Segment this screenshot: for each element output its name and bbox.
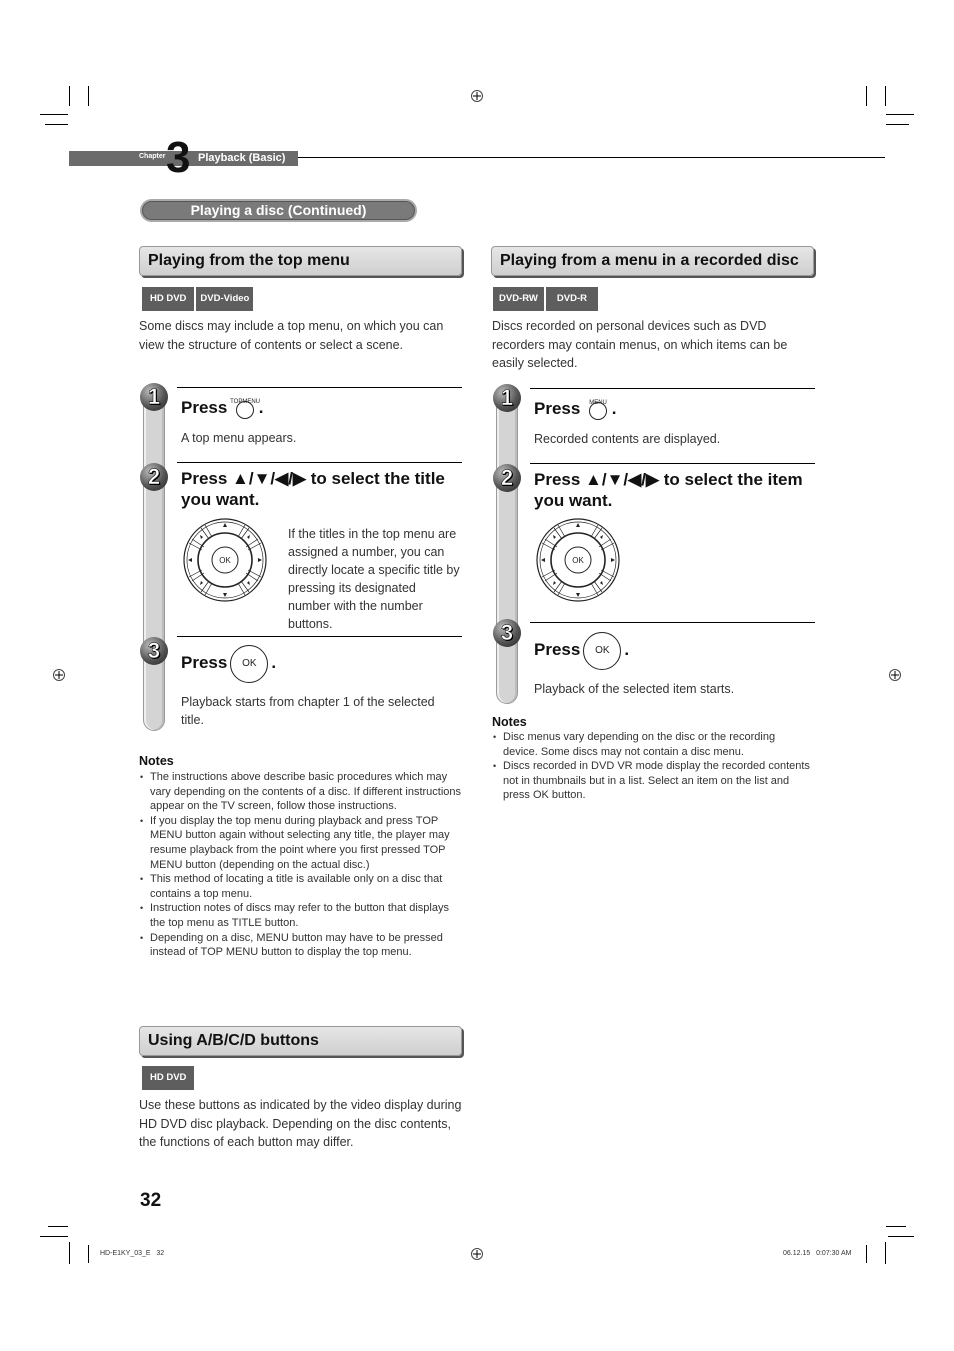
top-menu-button-caption: TOPMENU: [230, 399, 261, 405]
step-3-press: Press: [181, 653, 228, 672]
step-number-2: 2: [140, 463, 168, 491]
ok-button-icon: OK: [583, 631, 622, 670]
dpad-ok-label: OK: [219, 556, 231, 565]
registration-mark-icon: [889, 669, 901, 681]
step-1-period: .: [611, 399, 617, 418]
chapter-rule: [298, 157, 885, 158]
badge-dvd-rw: DVD-RW: [493, 287, 544, 311]
disc-badges: HD DVD: [142, 1066, 195, 1090]
dpad-icon: OK: [183, 518, 267, 602]
badge-dvd-video: DVD-Video: [196, 287, 254, 311]
note-item: Discs recorded in DVD VR mode display th…: [492, 759, 812, 803]
note-item: Depending on a disc, MENU button may hav…: [139, 931, 465, 960]
step-rule: [530, 622, 815, 623]
dpad-ok-label: OK: [572, 556, 584, 565]
menu-button-icon: MENU: [589, 400, 608, 420]
step-1-desc: Recorded contents are displayed.: [534, 432, 721, 446]
crop-mark: [88, 1245, 89, 1263]
crop-mark: [888, 1236, 914, 1237]
footer-timestamp: 06.12.15 0:07:30 AM: [783, 1250, 852, 1257]
dpad-icon: OK: [536, 518, 620, 602]
crop-mark: [886, 124, 909, 125]
step-number-1: 1: [493, 384, 521, 412]
step-2-title: Press ▲/▼/◀/▶ to select the item you wan…: [534, 470, 803, 510]
registration-mark-icon: [53, 669, 65, 681]
crop-mark: [48, 1226, 68, 1227]
note-item: The instructions above describe basic pr…: [139, 770, 465, 814]
abcd-intro-text: Use these buttons as indicated by the vi…: [139, 1098, 462, 1149]
step-number-1: 1: [140, 383, 168, 411]
crop-mark: [40, 1236, 68, 1237]
section-pill: Playing a disc (Continued): [140, 199, 417, 222]
intro-text: Some discs may include a top menu, on wh…: [139, 319, 444, 352]
heading-recorded-disc: Playing from a menu in a recorded disc: [491, 246, 814, 276]
step-1-press: Press: [534, 399, 581, 418]
chapter-label: Chapter: [139, 153, 166, 160]
step-1-title: Press TOPMENU .: [181, 397, 264, 419]
notes-title: Notes: [492, 715, 527, 729]
notes-title: Notes: [139, 754, 174, 768]
disc-badges: HD DVD DVD-Video: [142, 287, 254, 311]
page-number: 32: [140, 1190, 162, 1211]
step-number-3: 3: [493, 619, 521, 647]
step-3-desc: Playback starts from chapter 1 of the se…: [181, 695, 435, 727]
registration-mark-icon: [471, 1248, 483, 1260]
step-2-title: Press ▲/▼/◀/▶ to select the title you wa…: [181, 469, 445, 509]
notes-list: The instructions above describe basic pr…: [139, 770, 465, 960]
badge-hd-dvd: HD DVD: [142, 287, 195, 311]
crop-mark: [88, 86, 89, 106]
step-rail: [496, 396, 518, 704]
step-rule: [530, 463, 815, 464]
crop-mark: [885, 86, 886, 106]
heading-top-menu: Playing from the top menu: [139, 246, 462, 276]
step-1-desc: A top menu appears.: [181, 431, 297, 445]
step-3-press: Press: [534, 640, 581, 659]
step-rule: [177, 387, 462, 388]
step-number-3: 3: [140, 637, 168, 665]
chapter-title: Playback (Basic): [198, 152, 286, 164]
crop-mark: [885, 1242, 886, 1264]
step-rail: [143, 395, 165, 731]
crop-mark: [866, 86, 867, 106]
step-3-title: Press OK.: [181, 644, 276, 683]
note-item: Instruction notes of discs may refer to …: [139, 901, 465, 930]
intro-text: Discs recorded on personal devices such …: [492, 319, 788, 370]
crop-mark: [886, 114, 914, 115]
step-3-period: .: [624, 640, 630, 659]
note-item: If you display the top menu during playb…: [139, 814, 465, 872]
step-3-period: .: [271, 653, 277, 672]
crop-mark: [45, 124, 68, 125]
step-number-2: 2: [493, 464, 521, 492]
crop-mark: [69, 1242, 70, 1264]
crop-mark: [69, 86, 70, 106]
chapter-number: 3: [166, 133, 191, 182]
menu-button-caption: MENU: [589, 400, 607, 406]
step-3-desc: Playback of the selected item starts.: [534, 682, 735, 696]
notes-list: Disc menus vary depending on the disc or…: [492, 730, 812, 803]
step-rule: [177, 636, 462, 637]
step-rule: [530, 388, 815, 389]
disc-badges: DVD-RW DVD-R: [493, 287, 598, 311]
footer-file: HD-E1KY_03_E 32: [100, 1250, 165, 1257]
crop-mark: [40, 114, 68, 115]
crop-mark: [866, 1245, 867, 1263]
note-item: This method of locating a title is avail…: [139, 872, 465, 901]
badge-dvd-r: DVD-R: [545, 287, 598, 311]
step-rule: [177, 462, 462, 463]
note-item: Disc menus vary depending on the disc or…: [492, 730, 812, 759]
step-1-title: Press MENU .: [534, 398, 617, 420]
step-3-title: Press OK.: [534, 631, 629, 670]
step-1-press: Press: [181, 398, 228, 417]
registration-mark-icon: [471, 90, 483, 102]
badge-hd-dvd: HD DVD: [142, 1066, 195, 1090]
step-2-desc: If the titles in the top menu are assign…: [288, 527, 460, 631]
ok-button-icon: OK: [230, 644, 269, 683]
crop-mark: [886, 1226, 906, 1227]
top-menu-button-icon: TOPMENU: [230, 399, 260, 419]
heading-abcd-buttons: Using A/B/C/D buttons: [139, 1026, 462, 1056]
